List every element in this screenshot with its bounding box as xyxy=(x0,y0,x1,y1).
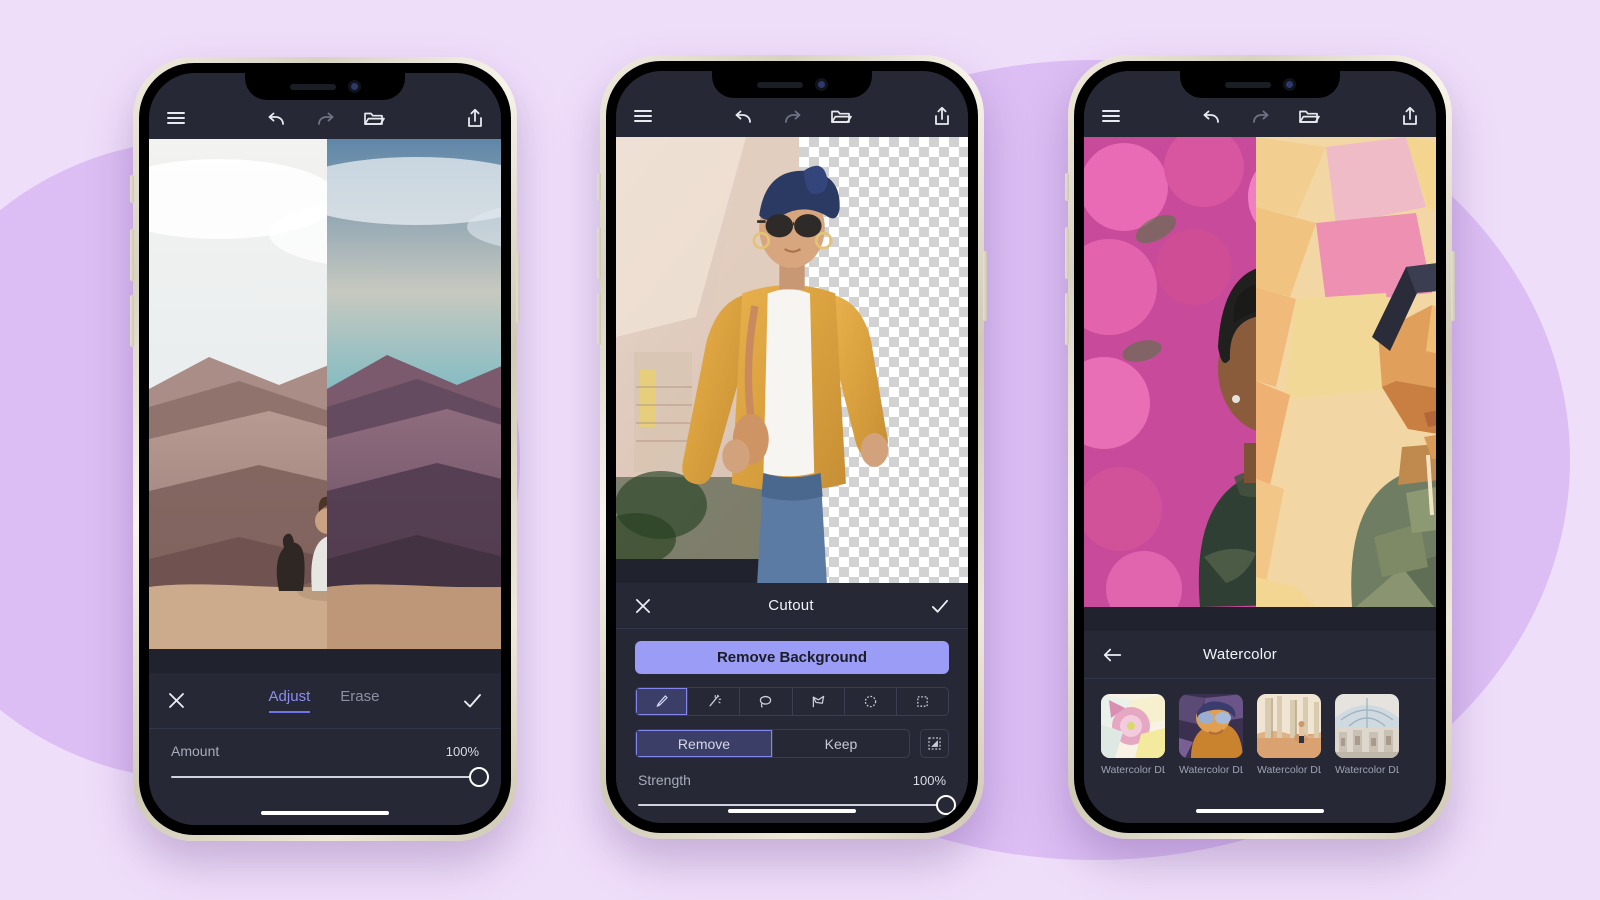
preset-list[interactable]: Watercolor DL... Watercolor DL... xyxy=(1084,679,1436,776)
magic-wand-tool-icon[interactable] xyxy=(688,688,741,715)
confirm-check-icon[interactable] xyxy=(930,597,950,615)
notch xyxy=(245,73,405,100)
layers-folder-icon[interactable] xyxy=(362,108,386,129)
watercolor-portrait-thumb[interactable] xyxy=(1179,694,1243,758)
phone-watercolor: Watercolor Watercolor DL... xyxy=(1065,55,1455,839)
notch xyxy=(712,71,872,98)
canvas-after-half xyxy=(326,139,501,673)
hamburger-menu-icon[interactable] xyxy=(1100,105,1122,127)
confirm-check-icon[interactable] xyxy=(462,691,483,710)
canvas-before-half xyxy=(149,139,327,673)
ellipse-select-tool-icon[interactable] xyxy=(845,688,897,715)
panel-title: Watercolor xyxy=(1203,646,1277,663)
phone1-screen: Adjust Erase Amount 100% xyxy=(149,73,501,825)
earpiece-speaker xyxy=(756,81,803,88)
preset-item[interactable]: Watercolor DL... xyxy=(1335,694,1399,776)
undo-icon[interactable] xyxy=(1201,107,1223,127)
brush-tool-icon[interactable] xyxy=(636,688,689,715)
preset-label: Watercolor DL... xyxy=(1101,764,1165,776)
slider-value: 100% xyxy=(445,744,479,759)
slider-label: Strength xyxy=(638,772,691,788)
phone1-bottom-panel: Adjust Erase Amount 100% xyxy=(149,673,501,825)
amount-slider-knob[interactable] xyxy=(469,767,489,787)
subject-cutout xyxy=(616,137,968,583)
lasso-tool-icon[interactable] xyxy=(740,688,793,715)
invert-selection-icon[interactable] xyxy=(920,729,949,758)
front-camera xyxy=(1282,78,1296,91)
hamburger-menu-icon[interactable] xyxy=(165,107,187,129)
redo-icon[interactable] xyxy=(314,109,336,129)
preset-item[interactable]: Watercolor DL... xyxy=(1101,694,1165,776)
redo-icon[interactable] xyxy=(781,107,803,127)
hamburger-menu-icon[interactable] xyxy=(632,105,654,127)
home-indicator xyxy=(261,811,389,815)
redo-icon[interactable] xyxy=(1249,107,1271,127)
layers-folder-icon[interactable] xyxy=(1297,106,1321,127)
undo-icon[interactable] xyxy=(266,109,288,129)
home-indicator xyxy=(728,809,856,813)
watercolor-beach-thumb[interactable] xyxy=(1257,694,1321,758)
panel-header: Cutout xyxy=(616,583,968,629)
home-indicator xyxy=(1196,809,1324,813)
remove-mode-button[interactable]: Remove xyxy=(636,730,773,757)
strength-slider-track[interactable] xyxy=(638,795,956,815)
keep-mode-button[interactable]: Keep xyxy=(773,730,909,757)
phone2-screen: Cutout Remove Background Remove Keep Str… xyxy=(616,71,968,823)
phone-cutout: Cutout Remove Background Remove Keep Str… xyxy=(597,55,987,839)
remove-background-button[interactable]: Remove Background xyxy=(635,641,949,674)
polygon-lasso-tool-icon[interactable] xyxy=(793,688,845,715)
front-camera xyxy=(347,80,361,93)
close-icon[interactable] xyxy=(634,597,652,615)
notch xyxy=(1180,71,1340,98)
watercolor-flower-thumb[interactable] xyxy=(1101,694,1165,758)
canvas-before-half xyxy=(1084,137,1257,631)
preset-label: Watercolor DL... xyxy=(1335,764,1399,776)
share-icon[interactable] xyxy=(932,105,952,127)
back-arrow-icon[interactable] xyxy=(1102,646,1124,664)
phone2-bottom-panel: Cutout Remove Background Remove Keep Str… xyxy=(616,583,968,823)
mode-tabs: Adjust Erase xyxy=(268,688,379,713)
share-icon[interactable] xyxy=(465,107,485,129)
mockup-stage: Adjust Erase Amount 100% Cutout Remove B… xyxy=(0,0,1600,900)
strength-slider-knob[interactable] xyxy=(936,795,956,815)
amount-slider-row: Amount 100% xyxy=(149,729,501,787)
phone-adjust: Adjust Erase Amount 100% xyxy=(130,57,520,841)
tab-adjust[interactable]: Adjust xyxy=(268,688,311,713)
panel-title: Cutout xyxy=(768,597,814,614)
watercolor-architecture-thumb[interactable] xyxy=(1335,694,1399,758)
undo-icon[interactable] xyxy=(733,107,755,127)
slider-value: 100% xyxy=(912,773,946,788)
phone3-canvas[interactable] xyxy=(1084,137,1436,631)
earpiece-speaker xyxy=(1224,81,1271,88)
front-camera xyxy=(814,78,828,91)
earpiece-speaker xyxy=(289,83,336,90)
strength-slider-row: Strength 100% xyxy=(635,758,956,815)
selection-tool-strip xyxy=(635,687,949,716)
phone1-canvas[interactable] xyxy=(149,139,501,673)
panel-header: Adjust Erase xyxy=(149,673,501,729)
mode-segmented-control: Remove Keep xyxy=(635,729,910,758)
phone2-canvas[interactable] xyxy=(616,137,968,583)
phone3-bottom-panel: Watercolor Watercolor DL... xyxy=(1084,631,1436,823)
preset-item[interactable]: Watercolor DL... xyxy=(1257,694,1321,776)
phone3-screen: Watercolor Watercolor DL... xyxy=(1084,71,1436,823)
share-icon[interactable] xyxy=(1400,105,1420,127)
layers-folder-icon[interactable] xyxy=(829,106,853,127)
canvas-after-half xyxy=(1256,137,1436,631)
tab-erase[interactable]: Erase xyxy=(340,688,379,713)
panel-header: Watercolor xyxy=(1084,631,1436,679)
preset-label: Watercolor DL... xyxy=(1179,764,1243,776)
preset-label: Watercolor DL... xyxy=(1257,764,1321,776)
amount-slider-track[interactable] xyxy=(171,767,489,787)
rectangle-select-tool-icon[interactable] xyxy=(897,688,948,715)
close-icon[interactable] xyxy=(167,691,186,710)
preset-item[interactable]: Watercolor DL... xyxy=(1179,694,1243,776)
slider-label: Amount xyxy=(171,743,220,759)
